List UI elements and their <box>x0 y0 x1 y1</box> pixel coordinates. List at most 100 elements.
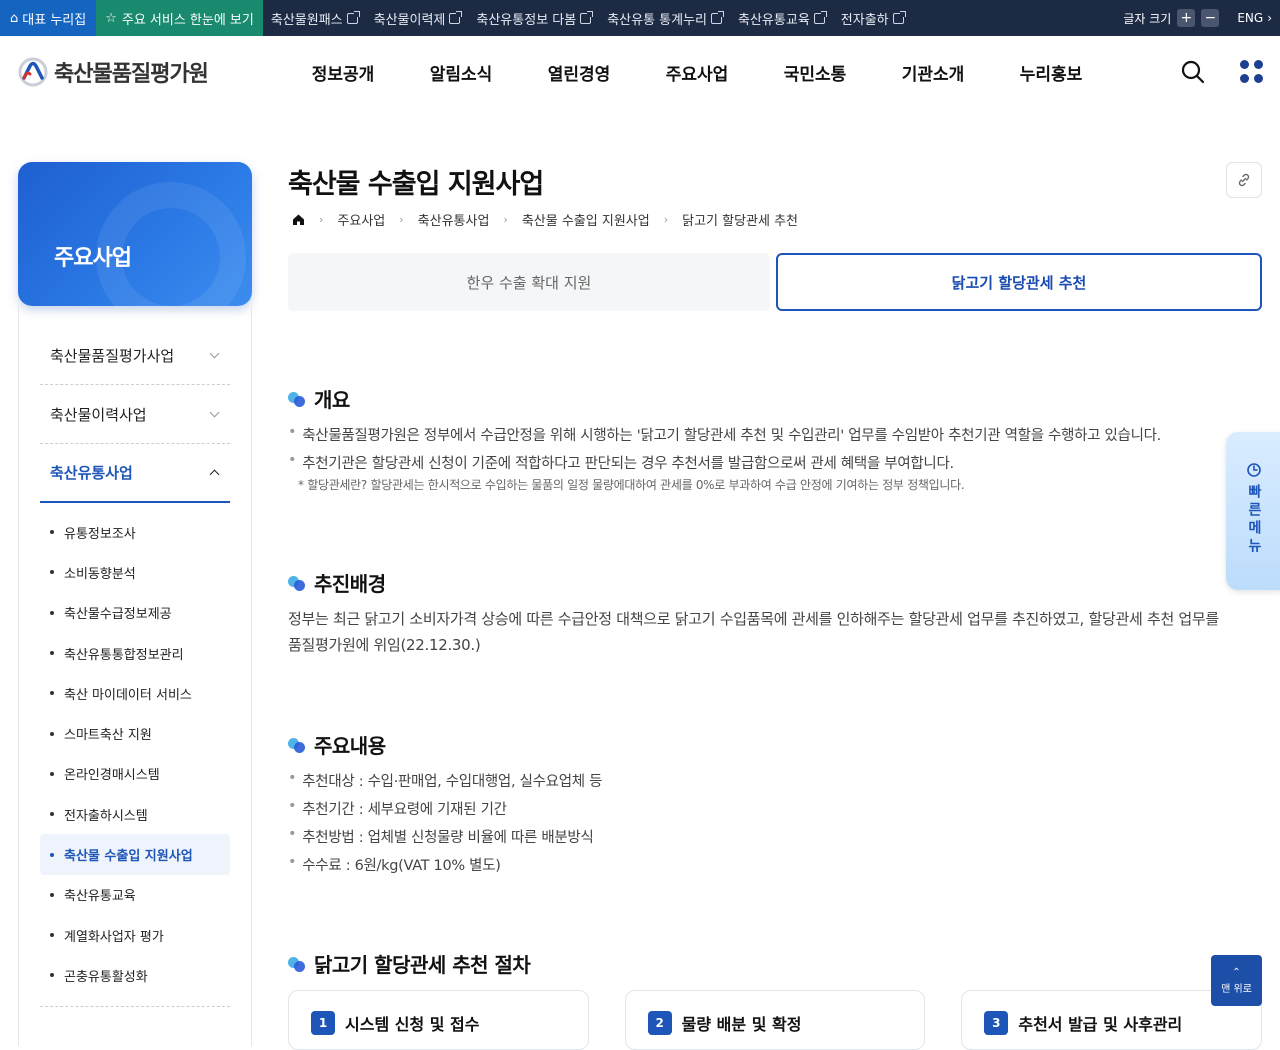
external-link-dabom[interactable]: 축산유통정보 다봄 <box>468 9 599 28</box>
chevron-right-icon: › <box>399 213 404 226</box>
sidebar-item[interactable]: 온라인경매시스템 <box>40 754 230 794</box>
section-heading-procedure: 닭고기 할당관세 추천 절차 <box>288 949 531 978</box>
breadcrumb-item-current: 닭고기 할당관세 추천 <box>682 214 799 229</box>
bubble-icon <box>288 956 306 972</box>
sidebar-item[interactable]: 유통정보조사 <box>40 512 230 552</box>
grid-dot-icon <box>1254 74 1263 83</box>
main-content-bullet: 추천대상 : 수입·판매업, 수입대행업, 실수요업체 등 <box>288 770 602 791</box>
sidebar-hero: 주요사업 <box>18 162 252 306</box>
step-label: 시스템 신청 및 접수 <box>345 1015 480 1034</box>
sidebar-item[interactable]: 축산물수급정보제공 <box>40 593 230 633</box>
font-size-controls: 글자 크기 + − ENG › <box>1123 9 1280 27</box>
nav-management[interactable]: 열린경영 <box>520 60 638 85</box>
home-icon: ⌂ <box>10 10 19 26</box>
sidebar-item[interactable]: 축산 마이데이터 서비스 <box>40 673 230 713</box>
main-content-bullet: 수수료 : 6원/kg(VAT 10% 별도) <box>288 854 501 875</box>
sidebar-divider <box>40 1006 230 1007</box>
nav-business[interactable]: 주요사업 <box>638 60 756 85</box>
content-tabs: 한우 수출 확대 지원 닭고기 할당관세 추천 <box>288 253 1262 311</box>
external-link-icon <box>346 10 360 24</box>
overview-bullet: 축산물품질평가원은 정부에서 수급안정을 위해 시행하는 '닭고기 할당관세 추… <box>288 424 1161 445</box>
site-header: 축산물품질평가원 정보공개 알림소식 열린경영 주요사업 국민소통 기관소개 누… <box>0 36 1280 108</box>
sidebar-category-traceability[interactable]: 축산물이력사업 <box>40 385 230 444</box>
external-link-icon <box>580 10 594 24</box>
sidebar-title: 주요사업 <box>54 246 132 271</box>
external-link-icon <box>892 10 906 24</box>
home-icon[interactable] <box>292 213 305 226</box>
main-nav: 정보공개 알림소식 열린경영 주요사업 국민소통 기관소개 누리홍보 <box>284 60 1110 85</box>
site-logo[interactable]: 축산물품질평가원 <box>18 56 209 88</box>
star-icon: ☆ <box>105 10 117 26</box>
home-site-label: 대표 누리집 <box>22 12 87 28</box>
main-content-bullet: 추천기간 : 세부요령에 기재된 기간 <box>288 798 507 819</box>
chevron-up-icon <box>209 469 220 480</box>
tab-hanwoo-export[interactable]: 한우 수출 확대 지원 <box>288 253 770 311</box>
sidebar-category-distribution[interactable]: 축산유통사업 <box>40 444 230 503</box>
utility-bar: ⌂ 대표 누리집 ☆ 주요 서비스 한눈에 보기 축산물원패스 축산물이력제 축… <box>0 0 1280 36</box>
overview-bullet: 추천기관은 할당관세 신청이 기준에 적합하다고 판단되는 경우 추천서를 발급… <box>288 452 954 473</box>
chevron-right-icon: › <box>663 213 669 226</box>
quick-menu-icon <box>1247 463 1261 477</box>
step-number: 1 <box>311 1011 335 1035</box>
tab-chicken-tariff[interactable]: 닭고기 할당관세 추천 <box>776 253 1262 311</box>
sidebar-item[interactable]: 축산유통통합정보관리 <box>40 633 230 673</box>
nav-promotion[interactable]: 누리홍보 <box>992 60 1110 85</box>
breadcrumb-item[interactable]: 주요사업 <box>337 210 385 229</box>
nav-info-disclosure[interactable]: 정보공개 <box>284 60 402 85</box>
sidebar-item-active[interactable]: 축산물 수출입 지원사업 <box>40 834 230 875</box>
chevron-down-icon <box>209 348 220 358</box>
sidebar-item[interactable]: 스마트축산 지원 <box>40 713 230 753</box>
main-content-bullet: 추천방법 : 업체별 신청물량 비율에 따른 배분방식 <box>288 826 594 847</box>
procedure-step: 1 시스템 신청 및 접수 <box>288 990 589 1050</box>
all-menu-button[interactable] <box>1240 60 1264 84</box>
chevron-down-icon <box>209 407 220 417</box>
scroll-top-label: 맨 위로 <box>1221 983 1252 995</box>
external-link-traceability[interactable]: 축산물이력제 <box>366 9 469 28</box>
chevron-right-icon: › <box>319 213 324 226</box>
step-number: 3 <box>984 1011 1009 1035</box>
language-switch[interactable]: ENG › <box>1237 11 1272 25</box>
nav-about[interactable]: 기관소개 <box>874 60 992 85</box>
chevron-right-icon: › <box>1267 11 1272 25</box>
external-link-statistics[interactable]: 축산유통 통계누리 <box>599 9 730 28</box>
external-link-eshipping[interactable]: 전자출하 <box>833 9 912 28</box>
chevron-right-icon: › <box>503 213 508 226</box>
section-heading-background: 추진배경 <box>288 568 386 597</box>
font-increase-button[interactable]: + <box>1177 9 1196 27</box>
background-text: 정부는 최근 닭고기 소비자가격 상승에 따른 수급안정 대책으로 닭고기 수입… <box>288 610 1219 654</box>
font-decrease-button[interactable]: − <box>1201 9 1220 27</box>
breadcrumb-item[interactable]: 축산유통사업 <box>418 210 490 229</box>
external-link-education[interactable]: 축산유통교육 <box>730 9 833 28</box>
step-number: 2 <box>647 1011 672 1035</box>
nav-news[interactable]: 알림소식 <box>402 60 520 85</box>
sidebar-item[interactable]: 계열화사업자 평가 <box>40 915 230 955</box>
sidebar-category-quality[interactable]: 축산물품질평가사업 <box>40 326 230 385</box>
page-title: 축산물 수출입 지원사업 <box>288 169 544 200</box>
nav-communication[interactable]: 국민소통 <box>756 60 874 85</box>
sidebar-sub-list: 유통정보조사 소비동향분석 축산물수급정보제공 축산유통통합정보관리 축산 마이… <box>40 512 230 996</box>
home-site-link[interactable]: ⌂ 대표 누리집 <box>0 0 97 36</box>
procedure-steps: 1 시스템 신청 및 접수 2 물량 배분 및 확정 3 추천서 발급 및 사후… <box>288 990 1263 1050</box>
link-icon <box>1238 173 1250 187</box>
bubble-icon <box>288 737 306 753</box>
scroll-top-button[interactable]: ⌃ 맨 위로 <box>1211 955 1262 1006</box>
external-link-icon <box>711 10 725 24</box>
services-overview-link[interactable]: ☆ 주요 서비스 한눈에 보기 <box>96 0 263 36</box>
external-link-icon <box>813 10 827 24</box>
section-heading-main-content: 주요내용 <box>288 730 386 759</box>
sidebar-categories: 축산물품질평가사업 축산물이력사업 축산유통사업 <box>40 326 230 503</box>
sidebar-item[interactable]: 곤충유통활성화 <box>40 955 230 995</box>
external-link-onepass[interactable]: 축산물원패스 <box>263 9 366 28</box>
grid-dot-icon <box>1240 60 1249 69</box>
chevron-up-icon: ⌃ <box>1232 966 1241 978</box>
breadcrumb-item[interactable]: 축산물 수출입 지원사업 <box>522 210 650 229</box>
breadcrumb: › 주요사업 › 축산유통사업 › 축산물 수출입 지원사업 › 닭고기 할당관… <box>292 210 798 229</box>
sidebar-item[interactable]: 소비동향분석 <box>40 552 230 592</box>
services-label: 주요 서비스 한눈에 보기 <box>121 12 254 28</box>
quick-menu-button[interactable]: 빠른메뉴 <box>1226 432 1280 590</box>
section-heading-overview: 개요 <box>288 384 350 413</box>
sidebar-item[interactable]: 전자출하시스템 <box>40 794 230 834</box>
share-link-button[interactable] <box>1226 162 1262 198</box>
sidebar-item[interactable]: 축산유통교육 <box>40 875 230 915</box>
search-icon[interactable] <box>1180 59 1206 85</box>
